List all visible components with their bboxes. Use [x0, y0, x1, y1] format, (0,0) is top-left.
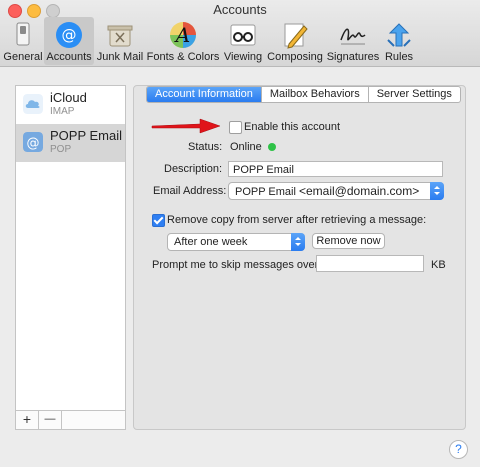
- font-palette-icon: A: [170, 22, 196, 48]
- prompt-size-field[interactable]: [316, 255, 424, 272]
- rules-icon: [387, 23, 411, 47]
- toolbar-viewing[interactable]: Viewing: [222, 17, 264, 65]
- trash-icon: [107, 25, 133, 47]
- remove-copy-checkbox[interactable]: [152, 214, 165, 227]
- svg-text:A: A: [174, 23, 190, 47]
- toolbar-junk-mail[interactable]: Junk Mail: [96, 17, 144, 65]
- status-label: Status:: [188, 141, 223, 153]
- signature-icon: [340, 28, 366, 45]
- email-display-name: POPP Email: [235, 186, 296, 198]
- settings-tabs: Account Information Mailbox Behaviors Se…: [146, 86, 461, 103]
- toolbar-general[interactable]: General: [2, 17, 44, 65]
- account-list-footer: + —: [16, 410, 125, 429]
- enable-account-label: Enable this account: [244, 121, 341, 133]
- remove-account-button[interactable]: —: [39, 411, 62, 429]
- description-label: Description:: [164, 163, 223, 175]
- toolbar-label: Viewing: [223, 51, 263, 63]
- cloud-icon: [23, 94, 43, 114]
- prompt-unit-label: KB: [431, 259, 446, 271]
- toolbar-accounts[interactable]: @ Accounts: [44, 17, 94, 65]
- account-name: POPP Email: [50, 128, 123, 143]
- email-address-label: Email Address:: [153, 185, 227, 197]
- toolbar-label: General: [3, 51, 43, 63]
- account-type: IMAP: [50, 106, 75, 117]
- svg-text:@: @: [62, 26, 77, 44]
- pencil-icon: [284, 23, 308, 49]
- toolbar-label: Junk Mail: [96, 51, 144, 63]
- preferences-toolbar: General @ Accounts Junk Mail A Fonts & C…: [0, 16, 480, 66]
- window-title: Accounts: [213, 2, 267, 17]
- svg-text:@: @: [27, 136, 40, 151]
- toolbar-label: Rules: [384, 51, 414, 63]
- account-item-popp-email[interactable]: @ POPP Email POP: [16, 124, 125, 162]
- account-item-icloud[interactable]: iCloud IMAP: [16, 86, 125, 124]
- toolbar-label: Fonts & Colors: [146, 51, 220, 63]
- email-address-value: <email@domain.com>: [299, 184, 420, 198]
- remove-period-value: After one week: [174, 236, 248, 248]
- remove-period-popup[interactable]: After one week: [167, 233, 305, 251]
- toolbar-label: Signatures: [326, 51, 380, 63]
- tab-mailbox-behaviors[interactable]: Mailbox Behaviors: [260, 87, 368, 102]
- tab-server-settings[interactable]: Server Settings: [367, 87, 460, 102]
- toolbar-label: Accounts: [46, 51, 92, 63]
- at-sign-icon: @: [23, 132, 43, 152]
- remove-copy-label: Remove copy from server after retrieving…: [167, 214, 427, 226]
- account-type: POP: [50, 144, 72, 155]
- help-button[interactable]: ?: [449, 440, 468, 459]
- email-address-popup[interactable]: POPP Email <email@domain.com>: [228, 182, 444, 200]
- prompt-skip-label: Prompt me to skip messages over: [152, 259, 319, 271]
- popup-arrows-icon: [430, 182, 444, 200]
- account-name: iCloud: [50, 90, 87, 105]
- toolbar-rules[interactable]: Rules: [382, 17, 416, 65]
- status-online-indicator: [268, 143, 276, 151]
- toolbar-signatures[interactable]: Signatures: [326, 17, 380, 65]
- description-field[interactable]: POPP Email: [228, 161, 443, 177]
- glasses-icon: [230, 24, 256, 46]
- status-value: Online: [230, 141, 262, 153]
- annotation-arrow-icon: [151, 118, 221, 134]
- at-sign-icon: @: [56, 22, 82, 48]
- accounts-list: iCloud IMAP @ POPP Email POP + —: [15, 85, 126, 430]
- toolbar-fonts-colors[interactable]: A Fonts & Colors: [146, 17, 220, 65]
- toolbar-composing[interactable]: Composing: [266, 17, 324, 65]
- title-bar: Accounts General @ Accounts Junk Mail A …: [0, 0, 480, 67]
- enable-account-checkbox[interactable]: [229, 121, 242, 134]
- tab-account-information[interactable]: Account Information: [147, 87, 261, 102]
- toolbar-label: Composing: [267, 51, 323, 63]
- popup-arrows-icon: [291, 233, 305, 251]
- remove-now-button[interactable]: Remove now: [312, 233, 385, 249]
- switch-icon: [16, 22, 30, 46]
- add-account-button[interactable]: +: [16, 411, 39, 429]
